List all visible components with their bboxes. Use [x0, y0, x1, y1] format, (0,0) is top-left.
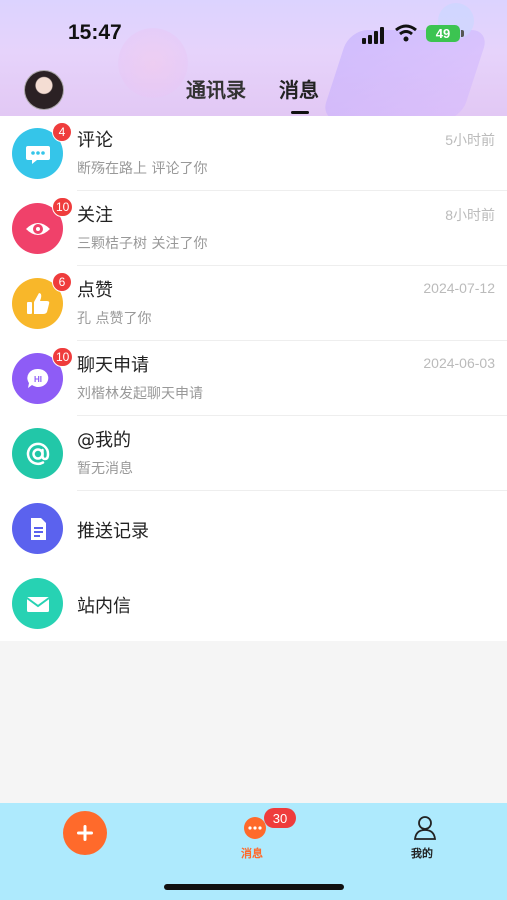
- list-item-likes[interactable]: 6 点赞 孔 点赞了你 2024-07-12: [0, 266, 507, 341]
- battery-indicator: 49: [426, 25, 460, 42]
- messages-unread-badge: 30: [264, 808, 296, 828]
- list-item-subtitle: 孔 点赞了你: [77, 311, 152, 327]
- list-item-title: 推送记录: [77, 521, 149, 542]
- message-list: 4 评论 断殇在路上 评论了你 5小时前 10 关注 三颗桔子树 关注了你 8小…: [0, 116, 507, 641]
- home-indicator: [164, 884, 344, 890]
- nav-me[interactable]: 我的: [405, 813, 445, 863]
- list-item-chat-requests[interactable]: HI 10 聊天申请 刘楷林发起聊天申请 2024-06-03: [0, 341, 507, 416]
- battery-level: 49: [435, 26, 451, 41]
- unread-badge: 10: [52, 197, 74, 217]
- header: 15:47 49 通讯录 消息: [0, 0, 507, 116]
- list-item-inbox[interactable]: 站内信: [0, 566, 507, 641]
- list-item-subtitle: 三颗桔子树 关注了你: [77, 236, 208, 252]
- list-item-title: 聊天申请: [77, 355, 149, 376]
- plus-icon: [77, 825, 93, 841]
- at-icon: [12, 428, 63, 479]
- list-item-comments[interactable]: 4 评论 断殇在路上 评论了你 5小时前: [0, 116, 507, 191]
- list-item-subtitle: 暂无消息: [77, 461, 133, 477]
- wifi-icon: [395, 24, 417, 42]
- list-item-time: 2024-06-03: [423, 355, 495, 371]
- header-decoration-left: [118, 28, 188, 98]
- list-item-time: 2024-07-12: [423, 280, 495, 296]
- list-item-title: 关注: [77, 205, 113, 226]
- person-icon: [413, 816, 437, 840]
- list-item-title: 评论: [77, 130, 113, 151]
- list-item-title: 点赞: [77, 280, 113, 301]
- avatar[interactable]: [24, 70, 64, 110]
- unread-badge: 10: [52, 347, 74, 367]
- nav-me-label: 我的: [411, 847, 433, 860]
- mail-icon: [12, 578, 63, 629]
- list-item-time: 5小时前: [445, 132, 495, 148]
- list-item-subtitle: 刘楷林发起聊天申请: [77, 386, 203, 402]
- list-item-follows[interactable]: 10 关注 三颗桔子树 关注了你 8小时前: [0, 191, 507, 266]
- cellular-signal-icon: [362, 26, 386, 44]
- header-decoration-right: [320, 30, 490, 116]
- status-time: 15:47: [68, 21, 122, 44]
- list-item-time: 8小时前: [445, 207, 495, 223]
- document-icon: [12, 503, 63, 554]
- create-button[interactable]: [63, 811, 107, 855]
- list-item-title: 站内信: [77, 596, 131, 617]
- tab-messages[interactable]: 消息: [279, 74, 319, 103]
- active-tab-indicator: [291, 111, 309, 114]
- message-dots-icon: [244, 817, 266, 839]
- list-item-mentions[interactable]: @我的 暂无消息: [0, 416, 507, 491]
- nav-messages-label: 消息: [241, 847, 263, 860]
- battery-tip: [461, 30, 464, 37]
- unread-badge: 4: [52, 122, 72, 142]
- list-item-push-records[interactable]: 推送记录: [0, 491, 507, 566]
- list-item-subtitle: 断殇在路上 评论了你: [77, 161, 208, 177]
- svg-text:HI: HI: [34, 375, 42, 384]
- tab-contacts[interactable]: 通讯录: [186, 74, 246, 103]
- list-item-title: @我的: [77, 430, 131, 451]
- unread-badge: 6: [52, 272, 72, 292]
